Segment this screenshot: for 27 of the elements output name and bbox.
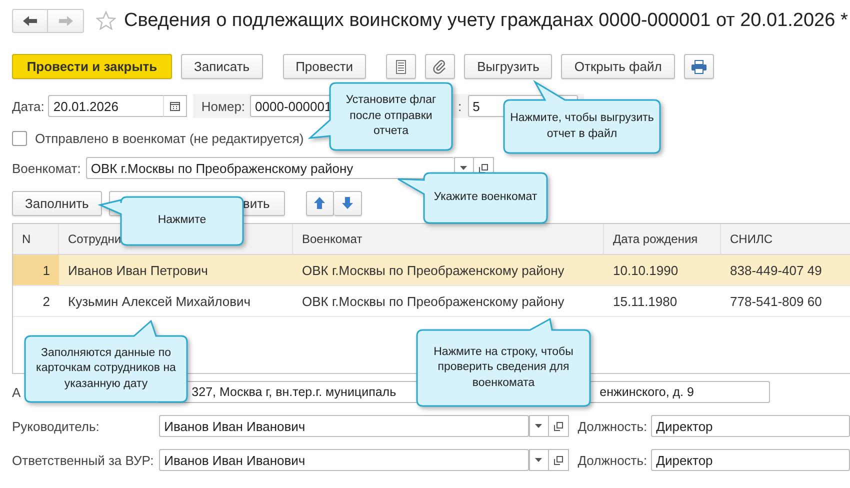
table-cell-text: 838-449-407 49 bbox=[729, 262, 823, 280]
table-cell-text: 15.11.1980 bbox=[612, 292, 678, 310]
table-cell-text: 2 bbox=[42, 292, 51, 310]
number-label: Номер: bbox=[201, 98, 246, 114]
address-text: 327, Москва г, вн.тер.г. муниципаль bbox=[192, 385, 396, 399]
voenkomat-label: Военкомат: bbox=[12, 160, 81, 176]
table-cell-text: Иванов Иван Петрович bbox=[67, 262, 209, 280]
field-label: : bbox=[458, 98, 462, 114]
address-text: енжинского, д. 9 bbox=[600, 385, 694, 399]
table-cell-text: ОВК г.Москвы по Преображенскому району bbox=[301, 292, 566, 311]
signer-label: Руководитель: bbox=[12, 418, 100, 434]
hint-tooltip: Нажмите, чтобы выгрузить отчет в файл bbox=[501, 79, 664, 157]
table-cell-text: ОВК г.Москвы по Преображенскому району bbox=[301, 262, 566, 280]
signer-label: Ответственный за ВУР: bbox=[12, 452, 155, 468]
date-label: Дата: bbox=[12, 98, 44, 114]
table-cell-text: Кузьмин Алексей Михайлович bbox=[67, 292, 252, 311]
address-label: А bbox=[12, 384, 21, 400]
table-cell: 1 bbox=[13, 255, 59, 285]
table-cell-text: 10.10.1990 bbox=[612, 262, 680, 280]
hint-tooltip: Нажмите на строку, чтобы проверить сведения для военкомата bbox=[414, 316, 594, 410]
window-title: Сведения о подлежащих воинскому учету гражданах 0000-000001 от 20.01.2026 * bbox=[124, 10, 848, 32]
hint-tooltip: Заполняются данные по карточкам сотрудников на указанную дату bbox=[22, 318, 191, 406]
position-label: Должность: bbox=[578, 452, 648, 468]
hint-tooltip: Укажите военкомат bbox=[395, 170, 551, 227]
table-cell-text: 778-541-809 60 bbox=[729, 292, 823, 310]
checkbox-label: Отправлено в военкомат (не редактируется) bbox=[35, 130, 304, 146]
position-label: Должность: bbox=[578, 418, 648, 434]
